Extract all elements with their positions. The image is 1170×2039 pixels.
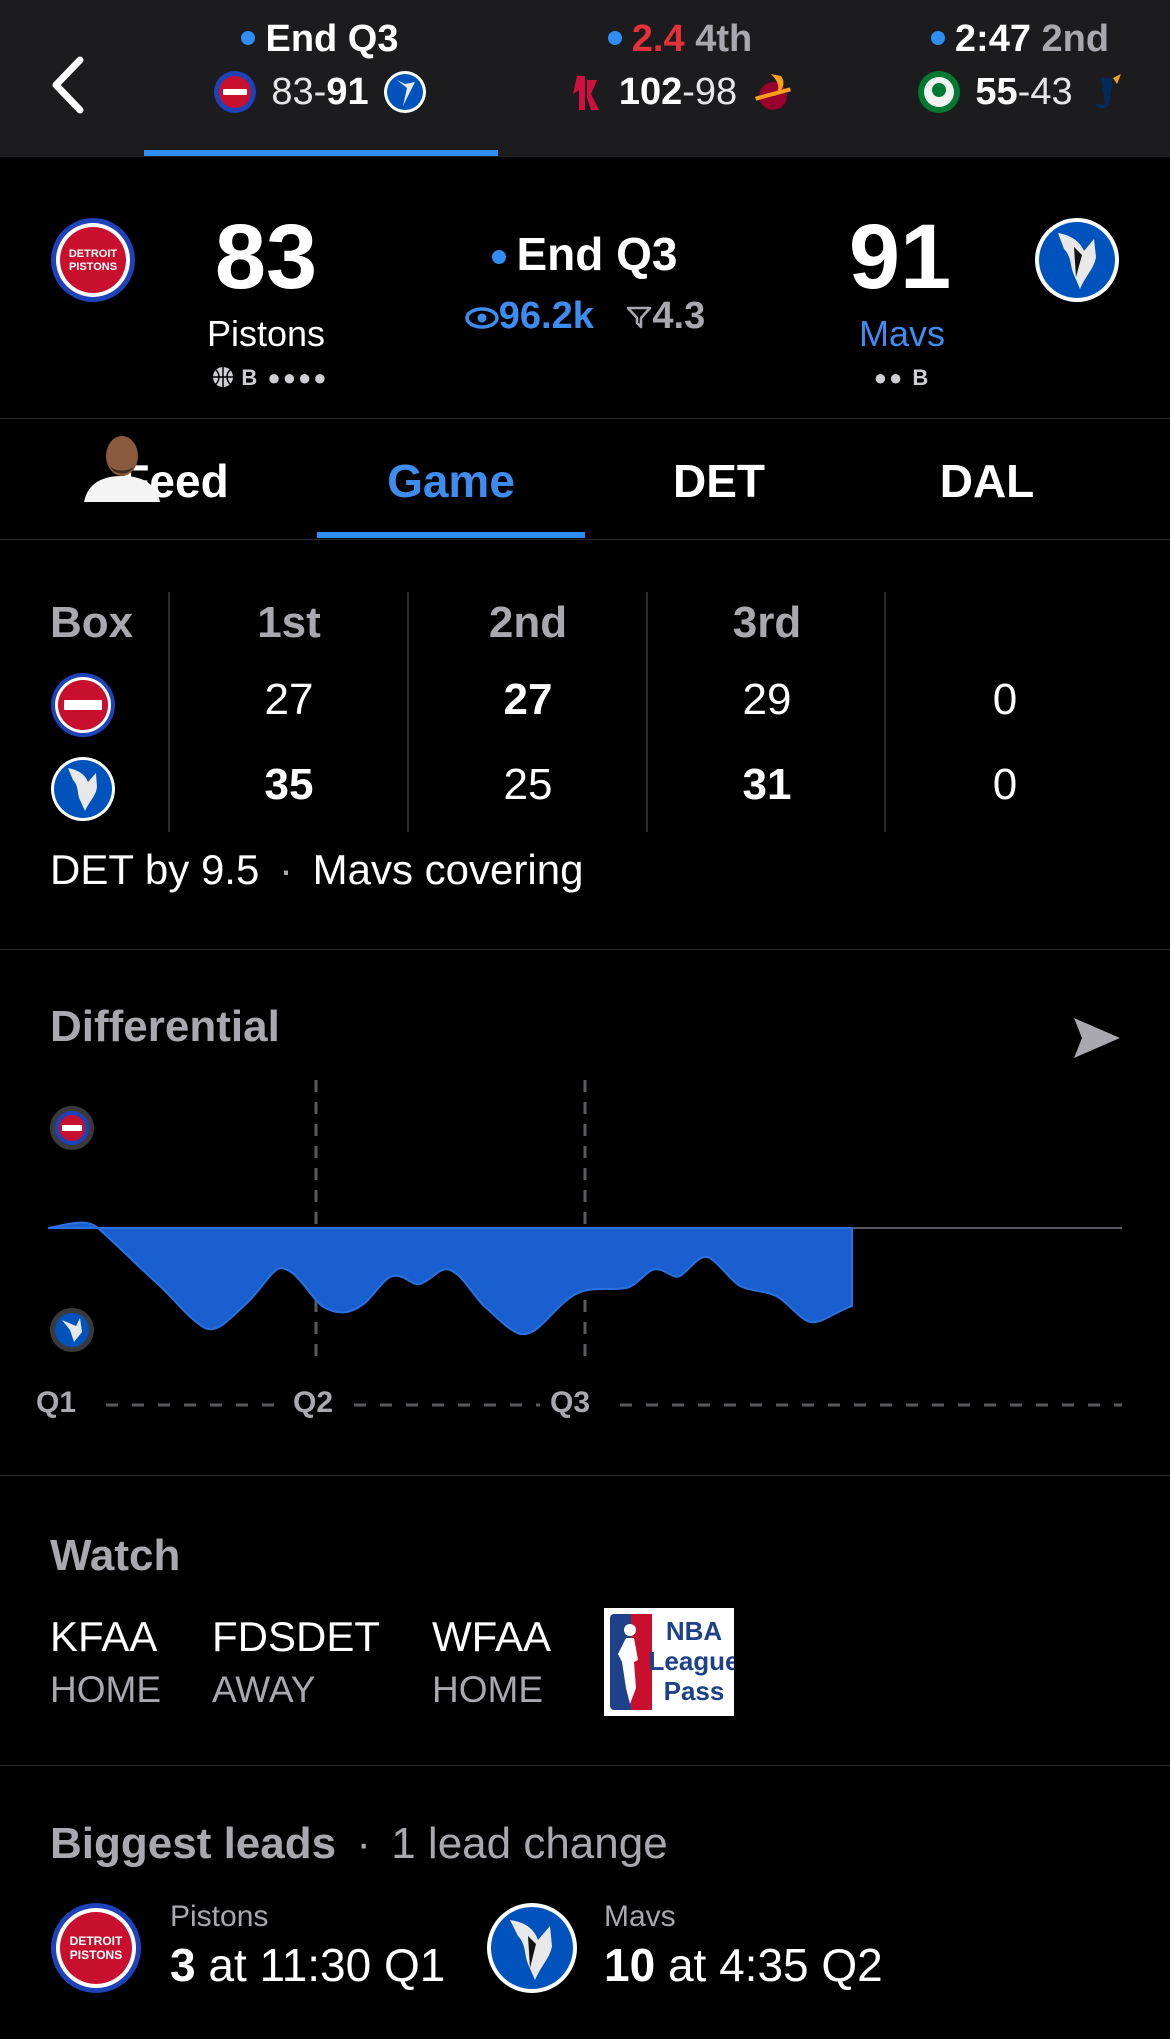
live-dot-icon: [241, 31, 256, 45]
game-meta: 96.2k 4.3: [410, 295, 760, 338]
live-dot-icon: [930, 31, 945, 45]
biggest-leads-section: Biggest leads · 1 lead change DETROIT PI…: [0, 1766, 1170, 2039]
tab-det[interactable]: DET: [584, 419, 854, 540]
game-score: 102-98: [510, 64, 850, 120]
box-score-label: Box: [50, 598, 134, 647]
channel-kfaa[interactable]: KFAA HOME: [50, 1613, 161, 1711]
league-pass-line1: NBA: [666, 1616, 723, 1646]
channel-name: WFAA: [432, 1613, 552, 1660]
box-score-cell: 27: [264, 675, 314, 724]
box-score-cell: 0: [992, 675, 1018, 724]
game-header: DETROIT PISTONS 83 Pistons B ●●●● End Q3…: [0, 157, 1170, 419]
game-status: End Q3: [410, 227, 760, 281]
game-odds: 4.3: [626, 295, 705, 337]
channel-side: HOME: [432, 1669, 543, 1710]
channel-side: HOME: [50, 1669, 161, 1710]
channel-wfaa[interactable]: WFAA HOME: [432, 1613, 551, 1711]
home-team-possession-bonus: ●● B: [873, 365, 931, 390]
box-score-cell: 25: [503, 760, 553, 809]
selected-game-indicator: [144, 150, 498, 156]
svg-text:DETROIT: DETROIT: [70, 1934, 123, 1948]
svg-text:PISTONS: PISTONS: [69, 261, 117, 273]
away-team-possession-bonus: B ●●●●: [170, 365, 370, 391]
lead-team-name: Mavs: [604, 1900, 676, 1933]
away-team-name: Pistons: [206, 313, 326, 354]
period-header: 1st: [257, 598, 321, 647]
svg-text:PISTONS: PISTONS: [70, 1948, 122, 1962]
channel-side: AWAY: [212, 1669, 316, 1710]
lead-team-name: Pistons: [170, 1900, 269, 1933]
quarter-label: Q2: [293, 1386, 334, 1419]
box-score-cell: 29: [742, 675, 792, 724]
lead-value: 3 at 11:30 Q1: [170, 1939, 446, 1991]
differential-title: Differential: [50, 1002, 280, 1051]
scoreboard-strip: End Q3 83-91 2.4 4th 102-98 2:47 2nd 55-…: [0, 0, 1170, 157]
channel-name: FDSDET: [212, 1613, 380, 1660]
box-score-cell: 31: [742, 760, 792, 809]
nba-league-pass-button[interactable]: NBA League Pass: [604, 1608, 740, 1716]
watch-title: Watch: [50, 1531, 181, 1580]
basketball-icon: [213, 367, 234, 387]
pistons-logo-icon: DETROIT PISTONS: [51, 1903, 141, 1993]
tab-dal[interactable]: DAL: [852, 419, 1122, 540]
differential-chart: Differential Q1 Q2 Q3: [0, 950, 1170, 1476]
mavs-marker-icon: [50, 1308, 94, 1352]
home-team-name: Mavs: [858, 313, 945, 354]
home-team-score: 91: [848, 206, 952, 308]
back-arrow-icon[interactable]: [40, 50, 100, 120]
quarter-label: Q3: [550, 1386, 591, 1419]
scoreboard-game-det-dal[interactable]: End Q3 83-91: [150, 14, 490, 144]
game-status: 2:47 2nd: [850, 14, 1170, 64]
box-score: Box 1st 2nd 3rd 27 27 29 0 35 25 31 0 DE…: [0, 540, 1170, 950]
period-header: 3rd: [732, 598, 802, 647]
biggest-leads-title: Biggest leads · 1 lead change: [50, 1819, 668, 1868]
pistons-marker-icon: [50, 1106, 94, 1150]
differential-area: [47, 1221, 853, 1336]
betting-spread: DET by 9.5 · Mavs covering: [50, 846, 584, 893]
box-score-cell: 27: [503, 675, 553, 724]
svg-text:DETROIT: DETROIT: [69, 248, 118, 260]
heat-logo-icon: [755, 74, 792, 110]
game-status: End Q3: [150, 14, 490, 64]
lead-value: 10 at 4:35 Q2: [604, 1939, 883, 1991]
mavs-logo-icon: [383, 71, 426, 113]
channel-name: KFAA: [50, 1613, 158, 1660]
jazz-logo-icon: [1094, 74, 1121, 109]
filter-funnel-icon: [627, 306, 652, 329]
active-tab-indicator: [317, 532, 585, 538]
mavs-logo-icon: [51, 757, 115, 821]
viewer-count: 96.2k: [465, 295, 605, 337]
tab-feed[interactable]: Feed: [40, 419, 310, 540]
league-pass-line3: Pass: [664, 1676, 725, 1706]
live-dot-icon: [607, 31, 622, 45]
live-dot-icon: [492, 250, 507, 264]
game-score: 55-43: [850, 64, 1170, 120]
channel-fdsdet[interactable]: FDSDET AWAY: [212, 1613, 380, 1711]
pistons-logo-icon[interactable]: DETROIT PISTONS: [50, 217, 136, 303]
box-score-cell: 0: [992, 760, 1018, 809]
avatar[interactable]: [84, 430, 160, 502]
pistons-logo-icon: [51, 673, 115, 737]
mavs-logo-icon: [487, 1903, 577, 1993]
scoreboard-game-bos-uta[interactable]: 2:47 2nd 55-43: [850, 14, 1170, 144]
mavs-logo-icon[interactable]: [1034, 217, 1120, 303]
celtics-logo-icon: [918, 71, 961, 113]
period-header: 2nd: [488, 598, 568, 647]
eye-icon: [465, 307, 499, 329]
league-pass-line2: League: [648, 1646, 734, 1676]
box-score-cell: 35: [264, 760, 314, 809]
game-status: 2.4 4th: [510, 14, 850, 64]
game-score: 83-91: [150, 64, 490, 120]
pistons-logo-icon: [214, 71, 257, 113]
watch-section: Watch KFAA HOME FDSDET AWAY WFAA HOME NB…: [0, 1476, 1170, 1766]
scoreboard-game-hou-mia[interactable]: 2.4 4th 102-98: [510, 14, 850, 144]
away-team-score: 83: [214, 206, 318, 308]
tab-game[interactable]: Game: [316, 419, 586, 540]
nba-league-pass-logo-icon: NBA League Pass: [610, 1614, 740, 1710]
rockets-logo-icon: [572, 76, 599, 110]
quarter-label: Q1: [36, 1386, 77, 1419]
game-tabs: Feed Game DET DAL: [0, 419, 1170, 540]
share-icon[interactable]: [1068, 1010, 1124, 1066]
